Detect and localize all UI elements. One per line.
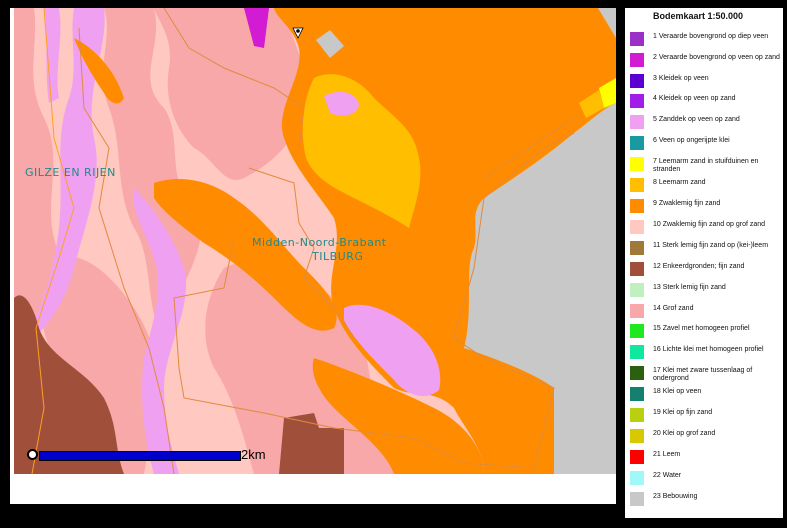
legend-label: 1 Veraarde bovengrond op diep veen [653, 33, 769, 40]
legend-label: 17 Klei met zware tussenlaag of ondergro… [653, 367, 753, 382]
scale-label: 2km [241, 447, 266, 462]
legend-item: 19 Klei op fijn zand [630, 408, 782, 426]
legend-item: 12 Enkeerdgronden; fijn zand [630, 262, 782, 280]
legend-swatch [630, 199, 644, 213]
legend-swatch [630, 136, 644, 150]
legend-label: 15 Zavel met homogeen profiel [653, 325, 750, 332]
legend-label: 18 Klei op veen [653, 388, 702, 395]
legend-swatch [630, 157, 644, 171]
legend-label: 19 Klei op fijn zand [653, 409, 713, 416]
legend-swatch [630, 387, 644, 401]
legend-item: 17 Klei met zware tussenlaag of ondergro… [630, 366, 782, 384]
legend-label: 3 Kleidek op veen [653, 75, 709, 82]
legend-swatch [630, 115, 644, 129]
scale-bar: 2km [27, 447, 277, 466]
legend-swatch [630, 492, 644, 506]
legend-item: 22 Water [630, 471, 782, 489]
place-label-tilburg: TILBURG [312, 250, 364, 263]
legend-item: 14 Grof zand [630, 304, 782, 322]
legend-item: 4 Kleidek op veen op zand [630, 94, 782, 112]
legend-swatch [630, 345, 644, 359]
legend-label: 23 Bebouwing [653, 493, 698, 500]
legend-swatch [630, 471, 644, 485]
legend-label: 21 Leem [653, 451, 681, 458]
legend-item: 18 Klei op veen [630, 387, 782, 405]
legend-swatch [630, 366, 644, 380]
legend-title: Bodemkaart 1:50.000 [653, 11, 744, 21]
legend-item: 13 Sterk lemig fijn zand [630, 283, 782, 301]
legend-item: 3 Kleidek op veen [630, 74, 782, 92]
legend-label: 5 Zanddek op veen op zand [653, 116, 740, 123]
legend-item: 5 Zanddek op veen op zand [630, 115, 782, 133]
map-frame: GILZE EN RIJEN Midden-Noord-Brabant TILB… [0, 0, 787, 528]
legend-swatch [630, 94, 644, 108]
legend-label: 10 Zwaklemig fijn zand op grof zand [653, 221, 766, 228]
legend-item: 16 Lichte klei met homogeen profiel [630, 345, 782, 363]
legend-panel: Bodemkaart 1:50.000 1 Veraarde bovengron… [625, 8, 783, 518]
legend-swatch [630, 283, 644, 297]
legend-swatch [630, 74, 644, 88]
legend-label: 22 Water [653, 472, 682, 479]
location-marker-dot [296, 29, 300, 33]
legend-item: 7 Leemarm zand in stuifduinen en strande… [630, 157, 782, 175]
legend-swatch [630, 262, 644, 276]
legend-swatch [630, 53, 644, 67]
legend-swatch [630, 304, 644, 318]
legend-item: 20 Klei op grof zand [630, 429, 782, 447]
legend-swatch [630, 429, 644, 443]
legend-label: 6 Veen op ongerijpte klei [653, 137, 730, 144]
legend-swatch [630, 324, 644, 338]
legend-label: 13 Sterk lemig fijn zand [653, 284, 726, 291]
legend-item: 15 Zavel met homogeen profiel [630, 324, 782, 342]
legend-label: 12 Enkeerdgronden; fijn zand [653, 263, 745, 270]
legend-item: 2 Veraarde bovengrond op veen op zand [630, 53, 782, 71]
legend-item: 1 Veraarde bovengrond op diep veen [630, 32, 782, 50]
scale-bar-graphic [39, 451, 241, 461]
legend-item: 6 Veen op ongerijpte klei [630, 136, 782, 154]
legend-swatch [630, 450, 644, 464]
legend-item: 23 Bebouwing [630, 492, 782, 510]
legend-label: 16 Lichte klei met homogeen profiel [653, 346, 764, 353]
legend-label: 4 Kleidek op veen op zand [653, 95, 736, 102]
legend-swatch [630, 241, 644, 255]
scale-origin-icon [27, 449, 38, 460]
legend-swatch [630, 408, 644, 422]
legend-label: 2 Veraarde bovengrond op veen op zand [653, 54, 780, 61]
legend-label: 14 Grof zand [653, 305, 694, 312]
place-label-gilze: GILZE EN RIJEN [25, 166, 116, 179]
legend-label: 9 Zwaklemig fijn zand [653, 200, 721, 207]
legend-item: 9 Zwaklemig fijn zand [630, 199, 782, 217]
legend-swatch [630, 178, 644, 192]
legend-label: 11 Sterk lemig fijn zand op (kei-)leem [653, 242, 769, 249]
legend-label: 8 Leemarm zand [653, 179, 706, 186]
legend-swatch [630, 32, 644, 46]
legend-swatch [630, 220, 644, 234]
place-label-region: Midden-Noord-Brabant [252, 236, 387, 249]
legend-item: 10 Zwaklemig fijn zand op grof zand [630, 220, 782, 238]
legend-item: 21 Leem [630, 450, 782, 468]
legend-label: 20 Klei op grof zand [653, 430, 716, 437]
legend-item: 8 Leemarm zand [630, 178, 782, 196]
legend-item: 11 Sterk lemig fijn zand op (kei-)leem [630, 241, 782, 259]
legend-label: 7 Leemarm zand in stuifduinen en strande… [653, 158, 759, 173]
